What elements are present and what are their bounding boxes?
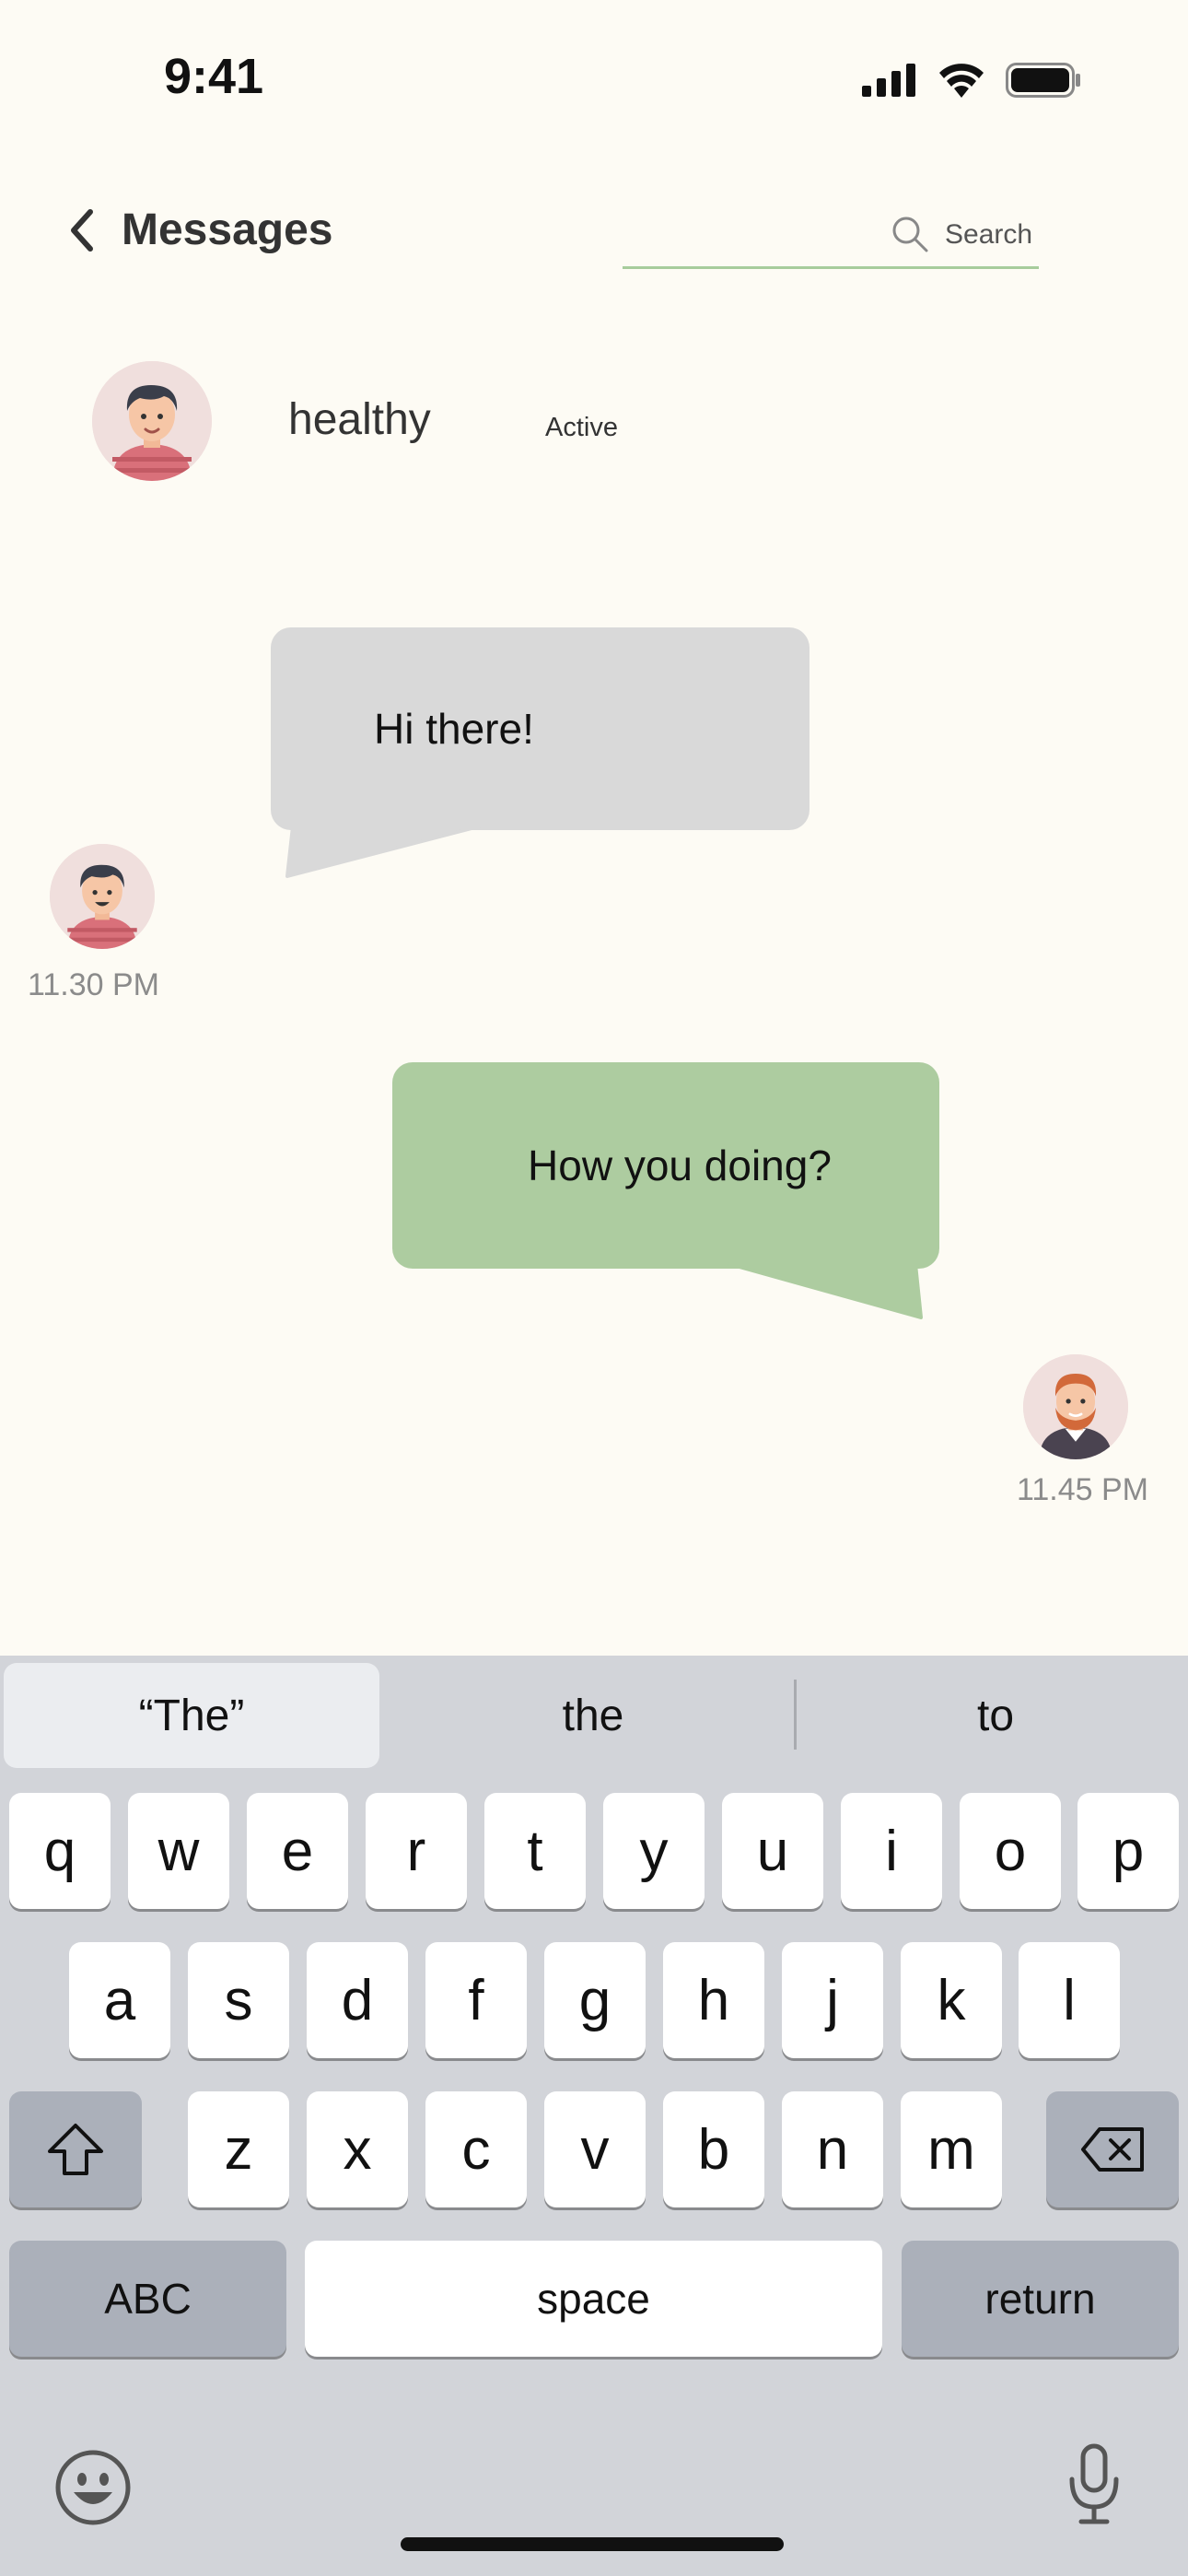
contact-status: Active bbox=[545, 413, 618, 442]
key-i[interactable]: i bbox=[841, 1793, 942, 1909]
contact-header: healthy Active bbox=[0, 357, 1188, 486]
wifi-icon bbox=[939, 64, 984, 98]
key-d[interactable]: d bbox=[307, 1942, 408, 2058]
key-v[interactable]: v bbox=[544, 2091, 646, 2207]
user-avatar-image bbox=[1023, 1354, 1128, 1459]
message-timestamp: 11.45 PM bbox=[1017, 1472, 1149, 1507]
search-placeholder: Search bbox=[945, 219, 1033, 250]
bubble-tail bbox=[285, 825, 481, 878]
incoming-message-bubble[interactable]: Hi there! bbox=[271, 627, 809, 830]
key-c[interactable]: c bbox=[425, 2091, 527, 2207]
key-k[interactable]: k bbox=[901, 1942, 1002, 2058]
header: Messages Search bbox=[0, 175, 1188, 295]
outgoing-message-bubble[interactable]: How you doing? bbox=[392, 1062, 939, 1269]
sender-avatar[interactable] bbox=[50, 844, 155, 949]
key-x[interactable]: x bbox=[307, 2091, 408, 2207]
microphone-icon[interactable] bbox=[1065, 2442, 1124, 2527]
message-timestamp: 11.30 PM bbox=[28, 967, 160, 1002]
key-z[interactable]: z bbox=[188, 2091, 289, 2207]
key-w[interactable]: w bbox=[128, 1793, 229, 1909]
key-b[interactable]: b bbox=[663, 2091, 764, 2207]
shift-icon bbox=[48, 2124, 103, 2175]
signal-icon bbox=[862, 64, 915, 97]
message-text: How you doing? bbox=[528, 1142, 832, 1189]
key-h[interactable]: h bbox=[663, 1942, 764, 2058]
battery-icon bbox=[1006, 63, 1080, 98]
status-time: 9:41 bbox=[164, 49, 264, 104]
key-u[interactable]: u bbox=[722, 1793, 823, 1909]
key-s[interactable]: s bbox=[188, 1942, 289, 2058]
contact-avatar-image bbox=[92, 361, 212, 481]
key-q[interactable]: q bbox=[9, 1793, 111, 1909]
key-e[interactable]: e bbox=[247, 1793, 348, 1909]
back-button[interactable] bbox=[59, 203, 105, 258]
delete-key[interactable] bbox=[1046, 2091, 1179, 2207]
key-m[interactable]: m bbox=[901, 2091, 1002, 2207]
key-g[interactable]: g bbox=[544, 1942, 646, 2058]
space-key[interactable]: space bbox=[305, 2241, 882, 2357]
status-bar: 9:41 bbox=[0, 0, 1188, 157]
keyboard-bottom-bar bbox=[0, 2420, 1188, 2576]
suggestion-bar: “The” the to bbox=[0, 1656, 1188, 1774]
key-n[interactable]: n bbox=[782, 2091, 883, 2207]
key-r[interactable]: r bbox=[366, 1793, 467, 1909]
delete-icon bbox=[1081, 2127, 1144, 2172]
emoji-icon[interactable] bbox=[53, 2448, 133, 2527]
suggestion-item[interactable]: the bbox=[387, 1663, 799, 1768]
message-text: Hi there! bbox=[374, 705, 534, 753]
bubble-tail bbox=[728, 1262, 923, 1319]
home-indicator[interactable] bbox=[401, 2537, 784, 2551]
contact-name: healthy bbox=[288, 395, 431, 444]
sender-avatar-image bbox=[50, 844, 155, 949]
key-a[interactable]: a bbox=[69, 1942, 170, 2058]
return-key[interactable]: return bbox=[902, 2241, 1179, 2357]
key-y[interactable]: y bbox=[603, 1793, 705, 1909]
status-icons bbox=[862, 63, 1081, 98]
search-icon bbox=[892, 217, 928, 252]
key-t[interactable]: t bbox=[484, 1793, 586, 1909]
shift-key[interactable] bbox=[9, 2091, 142, 2207]
keyboard: “The” the to q w e r t y u i o p a s d f… bbox=[0, 1656, 1188, 2576]
contact-avatar[interactable] bbox=[92, 361, 212, 481]
user-avatar[interactable] bbox=[1023, 1354, 1128, 1459]
page-title: Messages bbox=[122, 205, 333, 254]
key-p[interactable]: p bbox=[1077, 1793, 1179, 1909]
key-j[interactable]: j bbox=[782, 1942, 883, 2058]
suggestion-divider bbox=[794, 1680, 797, 1750]
key-l[interactable]: l bbox=[1019, 1942, 1120, 2058]
abc-key[interactable]: ABC bbox=[9, 2241, 286, 2357]
suggestion-item[interactable]: to bbox=[798, 1663, 1188, 1768]
key-o[interactable]: o bbox=[960, 1793, 1061, 1909]
key-f[interactable]: f bbox=[425, 1942, 527, 2058]
search-input[interactable]: Search bbox=[623, 203, 1039, 269]
chevron-left-icon bbox=[71, 209, 93, 252]
suggestion-item[interactable]: “The” bbox=[4, 1663, 379, 1768]
